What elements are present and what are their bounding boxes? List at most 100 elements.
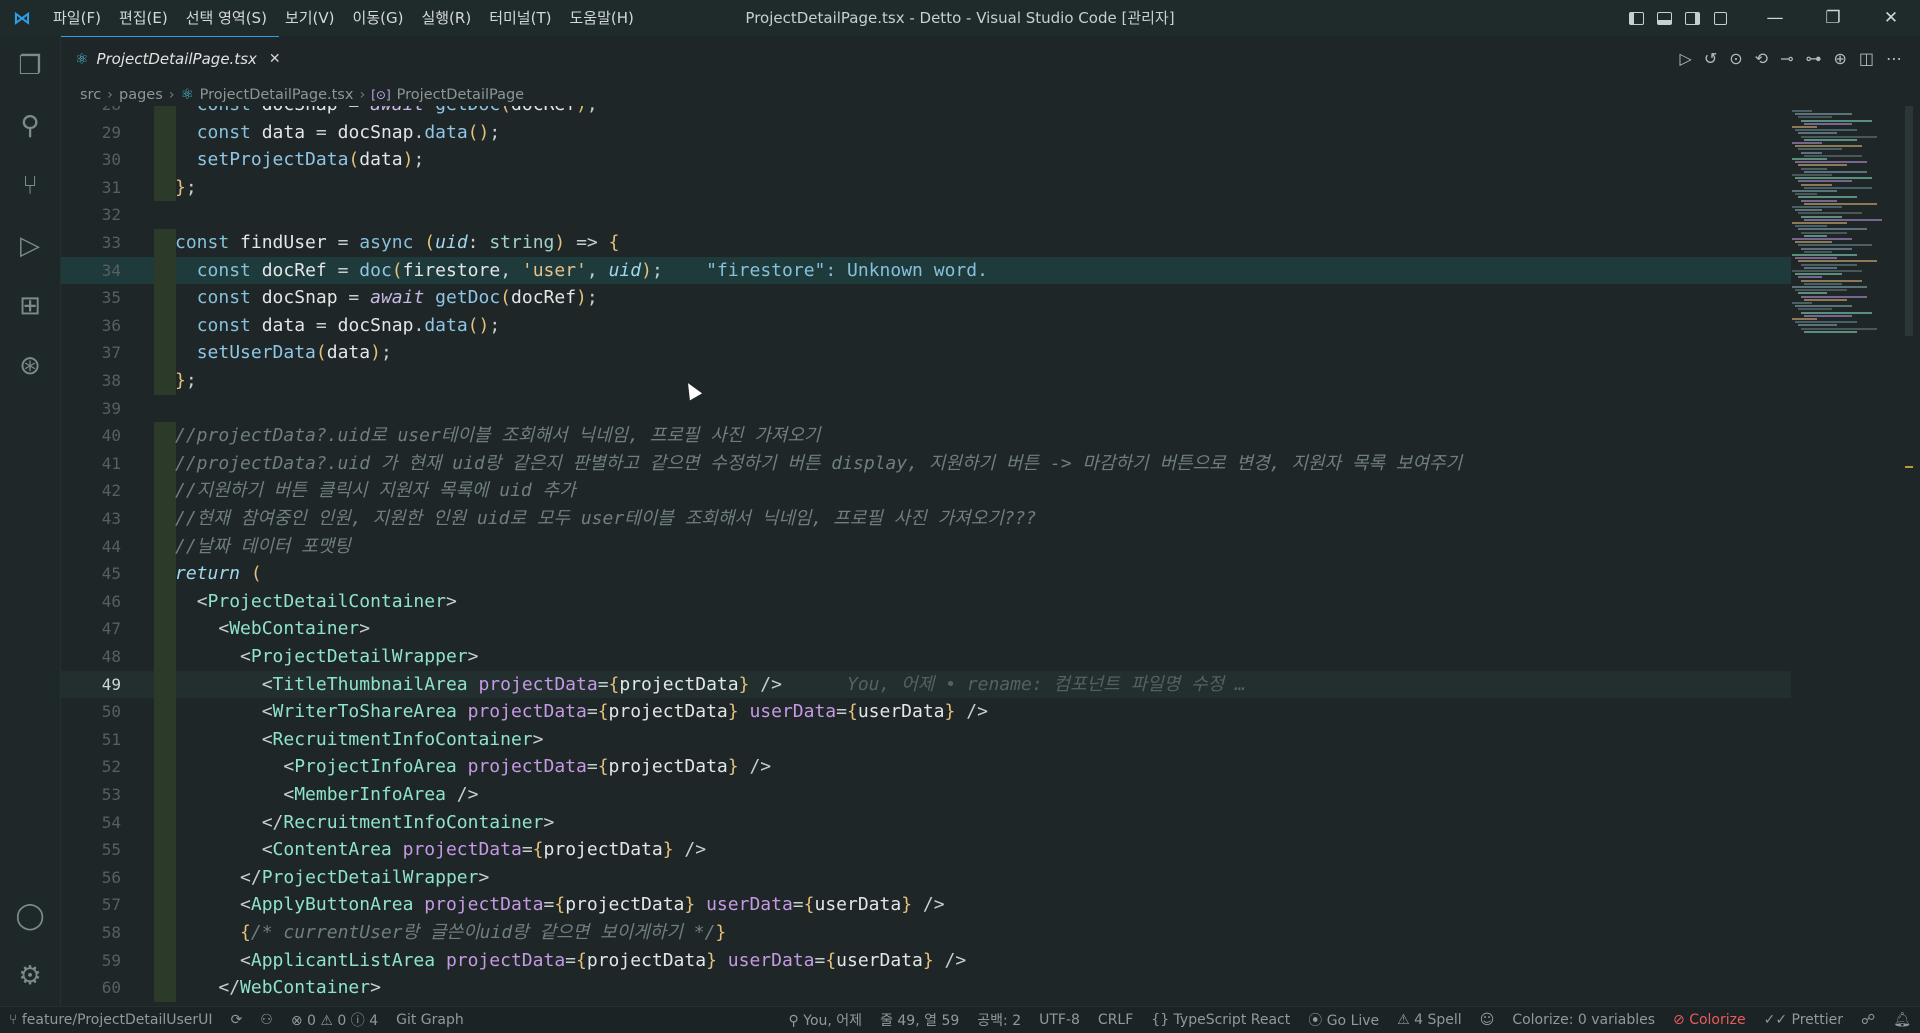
indent-guide <box>154 477 176 505</box>
minimize-icon[interactable]: — <box>1746 0 1804 36</box>
code-line[interactable]: 36 const data = docSnap.data(); <box>61 311 1791 340</box>
menu-selection[interactable]: 선택 영역(S) <box>177 0 276 36</box>
source-control-icon[interactable]: ⑂ <box>0 156 60 216</box>
run-debug-icon[interactable]: ▷ <box>0 216 60 276</box>
copilot-icon[interactable]: ☺ <box>1471 1012 1504 1028</box>
run-file-icon[interactable]: ▷ <box>1680 49 1692 68</box>
explorer-icon[interactable]: ❐ <box>0 36 60 96</box>
search-icon[interactable]: ⚲ <box>0 96 60 156</box>
code-editor[interactable]: 28 const docSnap = await getDoc(docRef);… <box>61 106 1791 1006</box>
branch-status[interactable]: ⑂ feature/ProjectDetailUserUI <box>0 1012 222 1028</box>
code-line[interactable]: 29 const data = docSnap.data(); <box>61 118 1791 147</box>
toggle-panel-icon[interactable] <box>1650 0 1678 36</box>
colorize-variables-status[interactable]: Colorize: 0 variables <box>1503 1012 1664 1028</box>
code-line[interactable]: 49 <TitleThumbnailArea projectData={proj… <box>61 670 1791 699</box>
close-tab-icon[interactable]: ✕ <box>269 51 281 67</box>
restore-icon[interactable]: ❐ <box>1804 0 1862 36</box>
menu-edit[interactable]: 편집(E) <box>110 0 177 36</box>
minimap[interactable] <box>1790 106 1902 1006</box>
code-line[interactable]: 42 //지원하기 버튼 클릭시 지원자 목록에 uid 추가 <box>61 477 1791 505</box>
code-line[interactable]: 32 <box>61 201 1791 229</box>
code-text: <ProjectInfoArea projectData={projectDat… <box>283 756 772 778</box>
menu-help[interactable]: 도움말(H) <box>560 0 642 36</box>
indent-guide <box>154 422 176 450</box>
git-graph-icon[interactable]: ⊛ <box>0 336 60 396</box>
tab-project-detail-page[interactable]: ⚛ ProjectDetailPage.tsx ✕ <box>61 36 281 80</box>
code-line[interactable]: 34 const docRef = doc(firestore, 'user',… <box>61 256 1791 285</box>
toggle-secondary-sidebar-icon[interactable] <box>1678 0 1706 36</box>
colorize-button[interactable]: ⊘ Colorize <box>1664 1012 1755 1028</box>
spell-status[interactable]: ⚠ 4 Spell <box>1388 1012 1471 1028</box>
code-line[interactable]: 44 //날짜 데이터 포맷팅 <box>61 532 1791 561</box>
feedback-icon[interactable]: ☍ <box>1852 1012 1884 1028</box>
next-change-icon[interactable]: ⊶ <box>1805 49 1821 68</box>
customize-layout-icon[interactable] <box>1706 0 1734 36</box>
eol-status[interactable]: CRLF <box>1089 1012 1142 1028</box>
code-line[interactable]: 45 return ( <box>61 560 1791 588</box>
notifications-bell-icon[interactable]: 🔔︎ <box>1884 1012 1920 1028</box>
code-line[interactable]: 31}; <box>61 173 1791 202</box>
code-line[interactable]: 41 //projectData?.uid 가 현재 uid랑 같은지 판별하고 … <box>61 449 1791 478</box>
code-line[interactable]: 59 <ApplicantListArea projectData={proje… <box>61 946 1791 975</box>
code-line[interactable]: 57 <ApplyButtonArea projectData={project… <box>61 891 1791 919</box>
code-line[interactable]: 40 //projectData?.uid로 user테이블 조회해서 닉네임, … <box>61 422 1791 450</box>
minimap-line <box>1795 257 1837 260</box>
toggle-primary-sidebar-icon[interactable] <box>1622 0 1650 36</box>
code-line[interactable]: 38}; <box>61 367 1791 395</box>
code-line[interactable]: 46 <ProjectDetailContainer> <box>61 587 1791 616</box>
timeline-history-icon[interactable]: ↺ <box>1704 49 1717 68</box>
menu-view[interactable]: 보기(V) <box>276 0 344 36</box>
code-line[interactable]: 51 <RecruitmentInfoContainer> <box>61 725 1791 754</box>
code-line[interactable]: 53 <MemberInfoArea /> <box>61 781 1791 809</box>
code-line[interactable]: 37 setUserData(data); <box>61 339 1791 367</box>
code-line[interactable]: 39 <box>61 395 1791 423</box>
more-actions-icon[interactable]: ⋯ <box>1886 49 1902 68</box>
breadcrumb-file[interactable]: ProjectDetailPage.tsx <box>200 87 354 103</box>
language-mode[interactable]: {} TypeScript React <box>1142 1012 1299 1028</box>
cursor-position[interactable]: 줄 49, 열 59 <box>871 1010 968 1030</box>
sync-icon[interactable]: ⟳ <box>222 1012 252 1028</box>
git-graph-status[interactable]: Git Graph <box>387 1012 473 1028</box>
extensions-icon[interactable]: ⊞ <box>0 276 60 336</box>
gitlens-graph-icon[interactable]: ⊕ <box>1833 49 1846 68</box>
problems-status[interactable]: ⊗ 0 ⚠ 0 ⓘ 4 <box>282 1010 387 1030</box>
code-line[interactable]: 60 </WebContainer> <box>61 974 1791 1002</box>
code-line[interactable]: 33 const findUser = async (uid: string) =… <box>61 229 1791 257</box>
code-line[interactable]: 56 </ProjectDetailWrapper> <box>61 863 1791 892</box>
gitlens-commit-icon[interactable]: ⊸ <box>1780 49 1793 68</box>
code-line[interactable]: 47 <WebContainer> <box>61 615 1791 643</box>
prettier-status[interactable]: ✓✓ Prettier <box>1755 1012 1852 1028</box>
previous-change-icon[interactable]: ⟲ <box>1755 49 1768 68</box>
blame-status[interactable]: ⚲ You, 어제 <box>780 1010 872 1030</box>
encoding-status[interactable]: UTF-8 <box>1030 1012 1089 1028</box>
minimap-line <box>1798 164 1847 167</box>
code-line[interactable]: 35 const docSnap = await getDoc(docRef); <box>61 284 1791 312</box>
status-bar: ⑂ feature/ProjectDetailUserUI ⟳ ⚇ ⊗ 0 ⚠ … <box>0 1006 1920 1033</box>
menu-file[interactable]: 파일(F) <box>44 0 110 36</box>
code-line[interactable]: 55 <ContentArea projectData={projectData… <box>61 836 1791 864</box>
code-line[interactable]: 50 <WriterToShareArea projectData={proje… <box>61 698 1791 726</box>
go-live-button[interactable]: ⦿ Go Live <box>1299 1010 1388 1030</box>
settings-gear-icon[interactable]: ⚙ <box>0 946 60 1006</box>
menu-run[interactable]: 실행(R) <box>412 0 480 36</box>
code-line[interactable]: 30 setProjectData(data); <box>61 146 1791 174</box>
indentation-status[interactable]: 공백: 2 <box>968 1010 1030 1030</box>
go-live-play-icon[interactable]: ⊙ <box>1729 49 1742 68</box>
menu-go[interactable]: 이동(G) <box>344 0 413 36</box>
split-editor-icon[interactable]: ◫ <box>1859 49 1874 68</box>
account-icon[interactable]: ◯ <box>0 886 60 946</box>
breadcrumb-src[interactable]: src <box>80 87 101 103</box>
breadcrumb-symbol[interactable]: ProjectDetailPage <box>397 87 524 103</box>
code-line[interactable]: 28 const docSnap = await getDoc(docRef); <box>61 106 1791 119</box>
indent-guide <box>154 256 176 285</box>
code-line[interactable]: 48 <ProjectDetailWrapper> <box>61 643 1791 671</box>
code-line[interactable]: 52 <ProjectInfoArea projectData={project… <box>61 753 1791 781</box>
close-window-icon[interactable]: ✕ <box>1862 0 1920 36</box>
vertical-scrollbar[interactable] <box>1905 106 1913 1006</box>
code-line[interactable]: 54 </RecruitmentInfoContainer> <box>61 808 1791 837</box>
menu-terminal[interactable]: 터미널(T) <box>480 0 560 36</box>
publish-branch-icon[interactable]: ⚇ <box>251 1012 282 1028</box>
breadcrumb-pages[interactable]: pages <box>119 87 163 103</box>
code-line[interactable]: 58 {/* currentUser랑 글쓴이uid랑 같으면 보이게하기 */… <box>61 919 1791 947</box>
code-line[interactable]: 43 //현재 참여중인 인원, 지원한 인원 uid로 모두 user테이블 조… <box>61 505 1791 533</box>
